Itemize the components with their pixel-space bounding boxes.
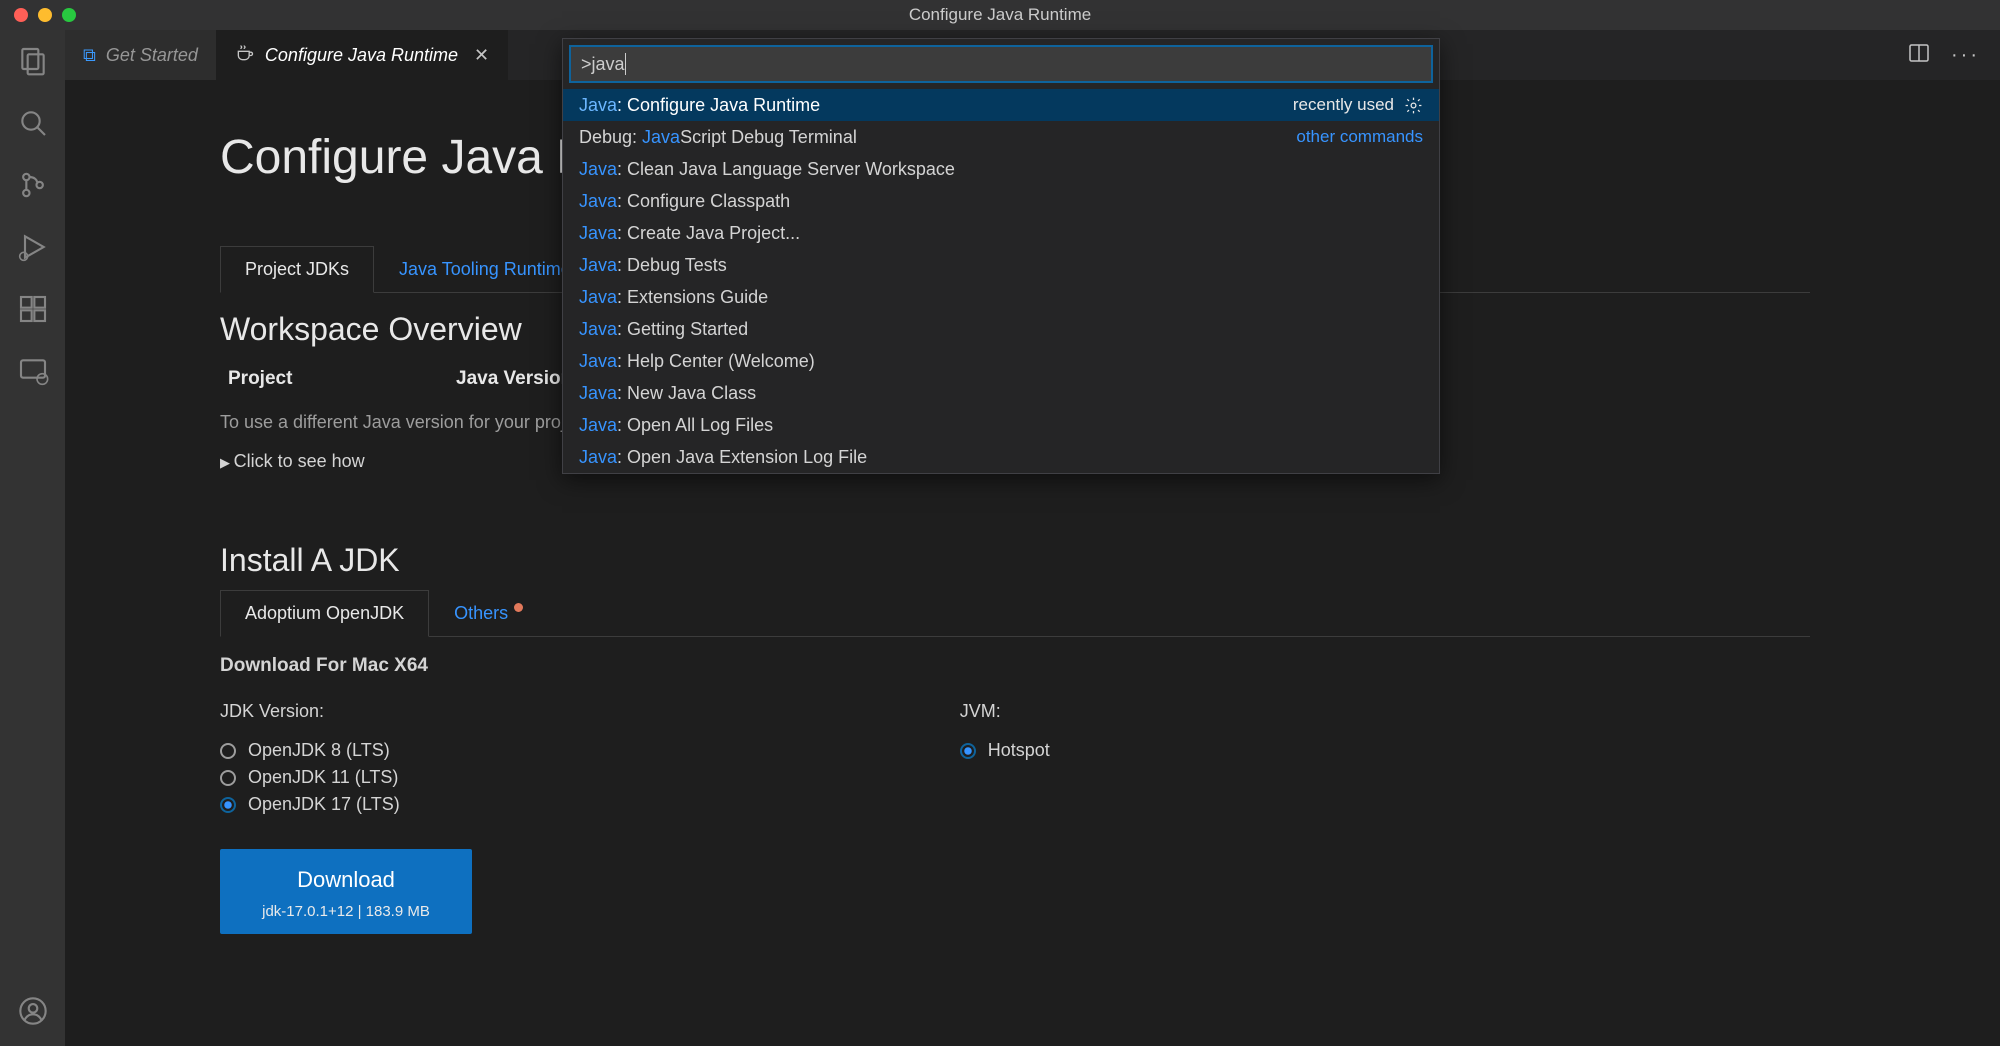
command-palette-item[interactable]: Java: Debug Tests: [563, 249, 1439, 281]
close-window-button[interactable]: [14, 8, 28, 22]
accounts-icon[interactable]: [16, 994, 50, 1028]
col-project: Project: [228, 368, 456, 390]
extensions-icon[interactable]: [16, 292, 50, 326]
install-subtabs: Adoptium OpenJDK Others: [220, 589, 1810, 637]
command-palette: >java Java: Configure Java Runtimerecent…: [562, 38, 1440, 474]
col-java-version: Java Version: [456, 368, 572, 390]
tab-get-started[interactable]: ⧉ Get Started: [65, 30, 217, 80]
command-palette-item[interactable]: Java: Configure Java Runtimerecently use…: [563, 89, 1439, 121]
command-palette-item[interactable]: Java: Extensions Guide: [563, 281, 1439, 313]
source-control-icon[interactable]: [16, 168, 50, 202]
other-commands-label: other commands: [1296, 127, 1423, 147]
command-palette-item[interactable]: Java: Create Java Project...: [563, 217, 1439, 249]
download-label: Download: [230, 867, 462, 893]
vscode-icon: ⧉: [83, 45, 96, 66]
split-editor-icon[interactable]: [1907, 41, 1931, 70]
command-palette-item[interactable]: Java: Clean Java Language Server Workspa…: [563, 153, 1439, 185]
radio-icon: [220, 743, 236, 759]
command-palette-list: Java: Configure Java Runtimerecently use…: [563, 89, 1439, 473]
window-controls: [0, 8, 76, 22]
install-jdk-heading: Install A JDK: [220, 542, 2000, 579]
text-caret: [625, 53, 626, 75]
explorer-icon[interactable]: [16, 44, 50, 78]
radio-hotspot[interactable]: Hotspot: [960, 740, 1050, 761]
search-icon[interactable]: [16, 106, 50, 140]
command-palette-item[interactable]: Java: New Java Class: [563, 377, 1439, 409]
activity-bar: [0, 30, 65, 1046]
gear-icon[interactable]: [1404, 96, 1423, 115]
download-for-label: Download For Mac X64: [220, 655, 2000, 677]
command-palette-item[interactable]: Java: Open All Log Files: [563, 409, 1439, 441]
remote-explorer-icon[interactable]: [16, 354, 50, 388]
update-dot-icon: [514, 603, 523, 612]
radio-icon: [220, 797, 236, 813]
subtab-adoptium-openjdk[interactable]: Adoptium OpenJDK: [220, 590, 429, 637]
download-detail: jdk-17.0.1+12 | 183.9 MB: [230, 903, 462, 920]
command-palette-item[interactable]: Debug: JavaScript Debug Terminalother co…: [563, 121, 1439, 153]
download-button[interactable]: Download jdk-17.0.1+12 | 183.9 MB: [220, 849, 472, 934]
radio-openjdk-11[interactable]: OpenJDK 11 (LTS): [220, 767, 400, 788]
coffee-icon: [235, 43, 255, 68]
tab-label: Get Started: [106, 45, 198, 66]
tab-label: Configure Java Runtime: [265, 45, 458, 66]
command-palette-item[interactable]: Java: Help Center (Welcome): [563, 345, 1439, 377]
command-palette-item[interactable]: Java: Open Java Extension Log File: [563, 441, 1439, 473]
tab-configure-java-runtime[interactable]: Configure Java Runtime ✕: [217, 30, 508, 80]
radio-icon: [220, 770, 236, 786]
radio-icon: [960, 743, 976, 759]
run-debug-icon[interactable]: [16, 230, 50, 264]
more-actions-icon[interactable]: ···: [1951, 44, 1980, 67]
maximize-window-button[interactable]: [62, 8, 76, 22]
subtab-project-jdks[interactable]: Project JDKs: [220, 246, 374, 293]
close-tab-icon[interactable]: ✕: [474, 45, 489, 66]
radio-openjdk-8[interactable]: OpenJDK 8 (LTS): [220, 740, 400, 761]
window-title: Configure Java Runtime: [909, 5, 1091, 25]
command-palette-item[interactable]: Java: Getting Started: [563, 313, 1439, 345]
subtab-others[interactable]: Others: [429, 590, 548, 637]
minimize-window-button[interactable]: [38, 8, 52, 22]
recently-used-label: recently used: [1293, 95, 1394, 115]
query-text: >java: [581, 54, 625, 75]
command-palette-input[interactable]: >java: [570, 46, 1432, 82]
titlebar: Configure Java Runtime: [0, 0, 2000, 30]
command-palette-item[interactable]: Java: Configure Classpath: [563, 185, 1439, 217]
jdk-version-label: JDK Version:: [220, 701, 400, 722]
radio-openjdk-17[interactable]: OpenJDK 17 (LTS): [220, 794, 400, 815]
jvm-label: JVM:: [960, 701, 1050, 722]
